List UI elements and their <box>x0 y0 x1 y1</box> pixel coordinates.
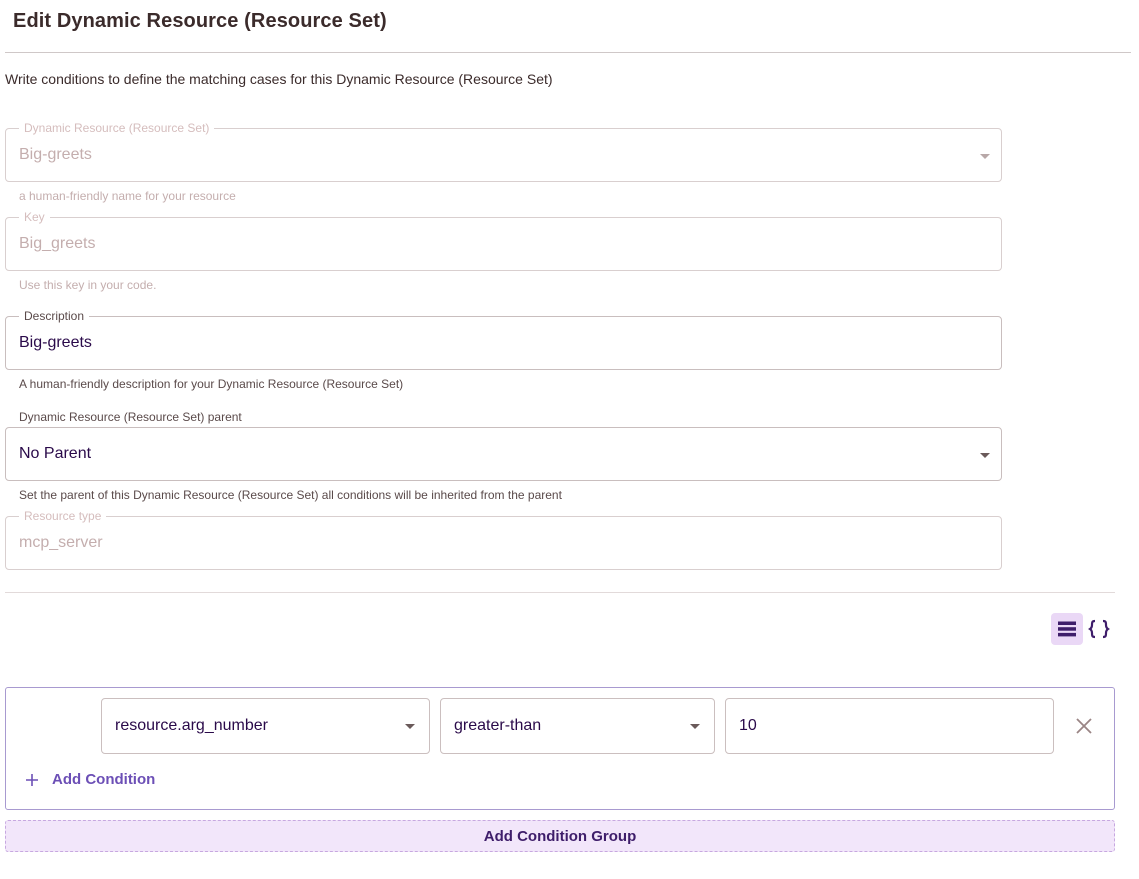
key-label: Key <box>19 210 50 224</box>
section-divider <box>5 592 1115 593</box>
add-condition-label: Add Condition <box>52 771 156 788</box>
remove-condition-button[interactable] <box>1072 714 1096 738</box>
code-braces-icon <box>1088 619 1110 639</box>
chevron-down-icon <box>405 724 415 729</box>
description-value: Big-greets <box>19 334 92 351</box>
condition-operator-select[interactable]: greater-than <box>440 698 715 754</box>
intro-text: Write conditions to define the matching … <box>5 71 553 87</box>
condition-value-input[interactable]: 10 <box>725 698 1054 754</box>
add-condition-group-label: Add Condition Group <box>483 827 637 845</box>
title-divider <box>5 52 1131 53</box>
parent-label: Dynamic Resource (Resource Set) parent <box>19 410 242 424</box>
resource-name-value: Big-greets <box>19 146 92 163</box>
parent-helper: Set the parent of this Dynamic Resource … <box>19 488 562 502</box>
close-icon <box>1076 718 1092 734</box>
chevron-down-icon <box>690 724 700 729</box>
condition-value-text: 10 <box>739 717 757 734</box>
resource-type-value: mcp_server <box>19 534 103 551</box>
add-condition-button[interactable]: Add Condition <box>24 771 155 788</box>
resource-name-select[interactable]: Dynamic Resource (Resource Set) Big-gree… <box>5 121 1002 182</box>
description-helper: A human-friendly description for your Dy… <box>19 377 404 391</box>
parent-select[interactable]: No Parent <box>5 427 1002 481</box>
resource-name-label: Dynamic Resource (Resource Set) <box>19 121 215 135</box>
condition-attribute-select[interactable]: resource.arg_number <box>101 698 430 754</box>
chevron-down-icon <box>980 453 990 458</box>
chevron-down-icon <box>980 154 990 159</box>
plus-icon <box>26 773 38 786</box>
condition-group: resource.arg_number greater-than 10 Add … <box>5 687 1115 810</box>
resource-type-label: Resource type <box>19 509 107 523</box>
list-view-button[interactable] <box>1051 613 1083 645</box>
key-helper: Use this key in your code. <box>19 278 157 292</box>
page-title: Edit Dynamic Resource (Resource Set) <box>13 10 387 32</box>
code-view-button[interactable] <box>1083 613 1115 645</box>
add-condition-group-button[interactable]: Add Condition Group <box>5 820 1115 852</box>
resource-type-field[interactable]: Resource type mcp_server <box>5 509 1002 570</box>
condition-attribute-value: resource.arg_number <box>115 717 268 734</box>
parent-value: No Parent <box>19 445 92 462</box>
description-field[interactable]: Description Big-greets <box>5 309 1002 370</box>
list-view-icon <box>1058 621 1076 637</box>
condition-operator-value: greater-than <box>454 717 542 734</box>
key-value: Big_greets <box>19 235 96 252</box>
resource-name-helper: a human-friendly name for your resource <box>19 189 236 203</box>
description-label: Description <box>19 309 90 323</box>
key-field[interactable]: Key Big_greets <box>5 210 1002 271</box>
